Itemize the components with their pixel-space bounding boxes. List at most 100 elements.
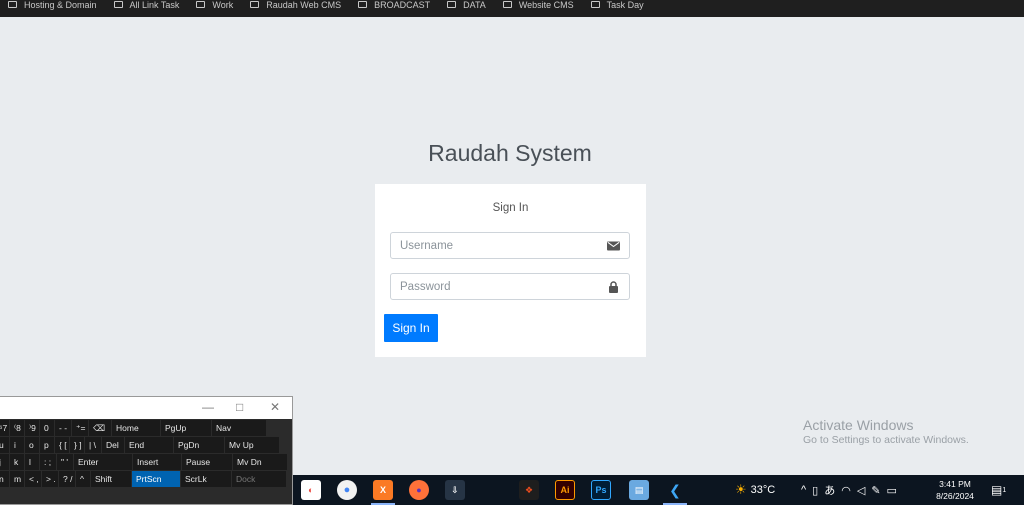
osk-key[interactable]: k xyxy=(10,454,24,470)
envelope-icon xyxy=(607,241,620,251)
page-title: Raudah System xyxy=(428,140,592,166)
bookmark-label: Work xyxy=(212,0,234,10)
osk-key[interactable]: i xyxy=(10,437,24,453)
osk-key[interactable]: { [ xyxy=(55,437,69,453)
battery-icon[interactable]: ▯ xyxy=(812,484,824,497)
taskbar-app-firefox-icon[interactable]: ● xyxy=(409,480,429,500)
taskbar-app-vscode-icon[interactable]: ❮ xyxy=(665,480,685,500)
taskbar-app-figma2-icon[interactable]: ❖ xyxy=(519,480,539,500)
osk-key[interactable]: < , xyxy=(25,471,41,487)
osk-key[interactable]: o xyxy=(25,437,39,453)
osk-key[interactable]: ScrLk xyxy=(181,471,231,487)
bookmark-item[interactable]: BROADCAST xyxy=(358,0,430,10)
clock-time: 3:41 PM xyxy=(939,479,971,489)
taskbar-app-installer-icon[interactable]: ⇩ xyxy=(445,480,465,500)
taskbar-app-chrome-icon[interactable]: ● xyxy=(337,480,357,500)
osk-titlebar[interactable]: — □ ✕ xyxy=(0,397,292,419)
osk-key[interactable]: PgUp xyxy=(161,420,211,436)
bookmark-item[interactable]: Task Day xyxy=(590,0,644,10)
bookmark-label: DATA xyxy=(463,0,486,10)
bookmark-label: Hosting & Domain xyxy=(24,0,97,10)
wifi-icon[interactable]: ◠ xyxy=(841,484,857,497)
chevron-up-icon[interactable]: ^ xyxy=(801,484,812,496)
volume-icon[interactable]: ◁ xyxy=(857,484,871,497)
osk-key[interactable]: > . xyxy=(42,471,58,487)
username-input[interactable] xyxy=(391,233,600,258)
folder-icon xyxy=(250,1,260,8)
clock[interactable]: 3:41 PM 8/26/2024 xyxy=(925,478,985,502)
folder-icon xyxy=(447,1,457,8)
osk-key[interactable]: ⁶7 xyxy=(0,420,9,436)
bookmark-item[interactable]: Work xyxy=(196,0,233,10)
taskbar-app-illustrator-icon[interactable]: Ai xyxy=(555,480,575,500)
osk-key[interactable]: u xyxy=(0,437,9,453)
osk-key[interactable]: Insert xyxy=(133,454,181,470)
folder-icon xyxy=(502,1,512,8)
sign-in-button[interactable]: Sign In xyxy=(384,314,438,342)
osk-key[interactable]: ? / xyxy=(59,471,75,487)
osk-key[interactable]: ⁾9 xyxy=(25,420,39,436)
taskbar-app-photoshop-icon[interactable]: Ps xyxy=(591,480,611,500)
osk-key[interactable]: 0 xyxy=(40,420,54,436)
osk-key[interactable]: m xyxy=(10,471,24,487)
osk-key[interactable]: n xyxy=(0,471,9,487)
osk-key[interactable]: l xyxy=(25,454,39,470)
osk-key[interactable]: Pause xyxy=(182,454,232,470)
language-icon[interactable]: あ xyxy=(824,482,841,498)
bookmark-item[interactable]: DATA xyxy=(447,0,486,10)
osk-key[interactable]: Home xyxy=(112,420,160,436)
osk-key[interactable]: | \ xyxy=(85,437,101,453)
notification-count: 1 xyxy=(1002,486,1007,494)
osk-key[interactable]: j xyxy=(0,454,9,470)
folder-icon xyxy=(113,1,123,8)
minimize-icon[interactable]: — xyxy=(202,400,214,414)
taskbar-app-xampp-icon[interactable]: X xyxy=(373,480,393,500)
bookmark-item[interactable]: Raudah Web CMS xyxy=(250,0,341,10)
activate-windows-watermark: Activate Windows Go to Settings to activ… xyxy=(803,417,969,446)
bookmarks-bar: Hosting & Domain All Link Task Work Raudah … xyxy=(0,0,1024,17)
weather-icon: ☀ xyxy=(735,482,747,497)
osk-key[interactable]: Enter xyxy=(74,454,132,470)
login-card: Sign In Sign In xyxy=(375,184,646,357)
osk-key[interactable]: Nav xyxy=(212,420,266,436)
bookmark-label: All Link Task xyxy=(129,0,180,10)
bookmark-item[interactable]: Website CMS xyxy=(502,0,574,10)
close-icon[interactable]: ✕ xyxy=(270,400,280,414)
osk-key[interactable]: ⁽8 xyxy=(10,420,24,436)
osk-key[interactable]: ⌫ xyxy=(89,420,111,436)
notification-center-icon[interactable]: ▤ 1 xyxy=(991,475,1006,505)
osk-key[interactable]: : ; xyxy=(40,454,56,470)
osk-key[interactable]: End xyxy=(125,437,173,453)
osk-key[interactable]: } ] xyxy=(70,437,84,453)
taskbar-app-figma-icon[interactable]: ◐ xyxy=(301,480,321,500)
osk-key[interactable]: p xyxy=(40,437,54,453)
osk-key-row: ⁶7 ⁽8 ⁾9 0- - ⁺= ⌫ Home PgUp Nav xyxy=(0,420,294,436)
bookmark-label: BROADCAST xyxy=(374,0,431,10)
osk-key[interactable]: ^ xyxy=(76,471,90,487)
taskbar-app-notepad-icon[interactable]: ▤ xyxy=(629,480,649,500)
activate-line2: Go to Settings to activate Windows. xyxy=(803,434,969,446)
osk-key[interactable]: PrtScn xyxy=(132,471,180,487)
osk-key-row: n m < , > .? / ^ Shift PrtScn ScrLk Dock xyxy=(0,471,294,487)
weather-temp: 33°C xyxy=(750,484,776,496)
on-screen-keyboard[interactable]: — □ ✕ ⁶7 ⁽8 ⁾9 0- - ⁺= ⌫ Home PgUp Nav u i o p{ [} ]… xyxy=(0,396,293,505)
bookmark-label: Task Day xyxy=(606,0,644,10)
osk-key[interactable]: Mv Up xyxy=(225,437,279,453)
system-tray[interactable]: ^ ▯ あ ◠ ◁ ✎ ▭ xyxy=(801,475,903,505)
osk-key[interactable]: Dock xyxy=(232,471,286,487)
maximize-icon[interactable]: □ xyxy=(236,400,243,414)
keyboard-icon[interactable]: ▭ xyxy=(887,484,903,497)
folder-icon xyxy=(358,1,368,8)
osk-key[interactable]: - - xyxy=(55,420,71,436)
osk-key[interactable]: " ' xyxy=(57,454,73,470)
osk-key[interactable]: Mv Dn xyxy=(233,454,287,470)
osk-key[interactable]: ⁺= xyxy=(72,420,88,436)
weather-widget[interactable]: ☀ 33°C xyxy=(735,475,775,505)
osk-key[interactable]: Del xyxy=(102,437,124,453)
bookmark-item[interactable]: Hosting & Domain xyxy=(8,0,97,10)
osk-key[interactable]: PgDn xyxy=(174,437,224,453)
password-input[interactable] xyxy=(391,274,600,299)
bookmark-item[interactable]: All Link Task xyxy=(113,0,180,10)
pen-icon[interactable]: ✎ xyxy=(871,484,886,497)
osk-key[interactable]: Shift xyxy=(91,471,131,487)
